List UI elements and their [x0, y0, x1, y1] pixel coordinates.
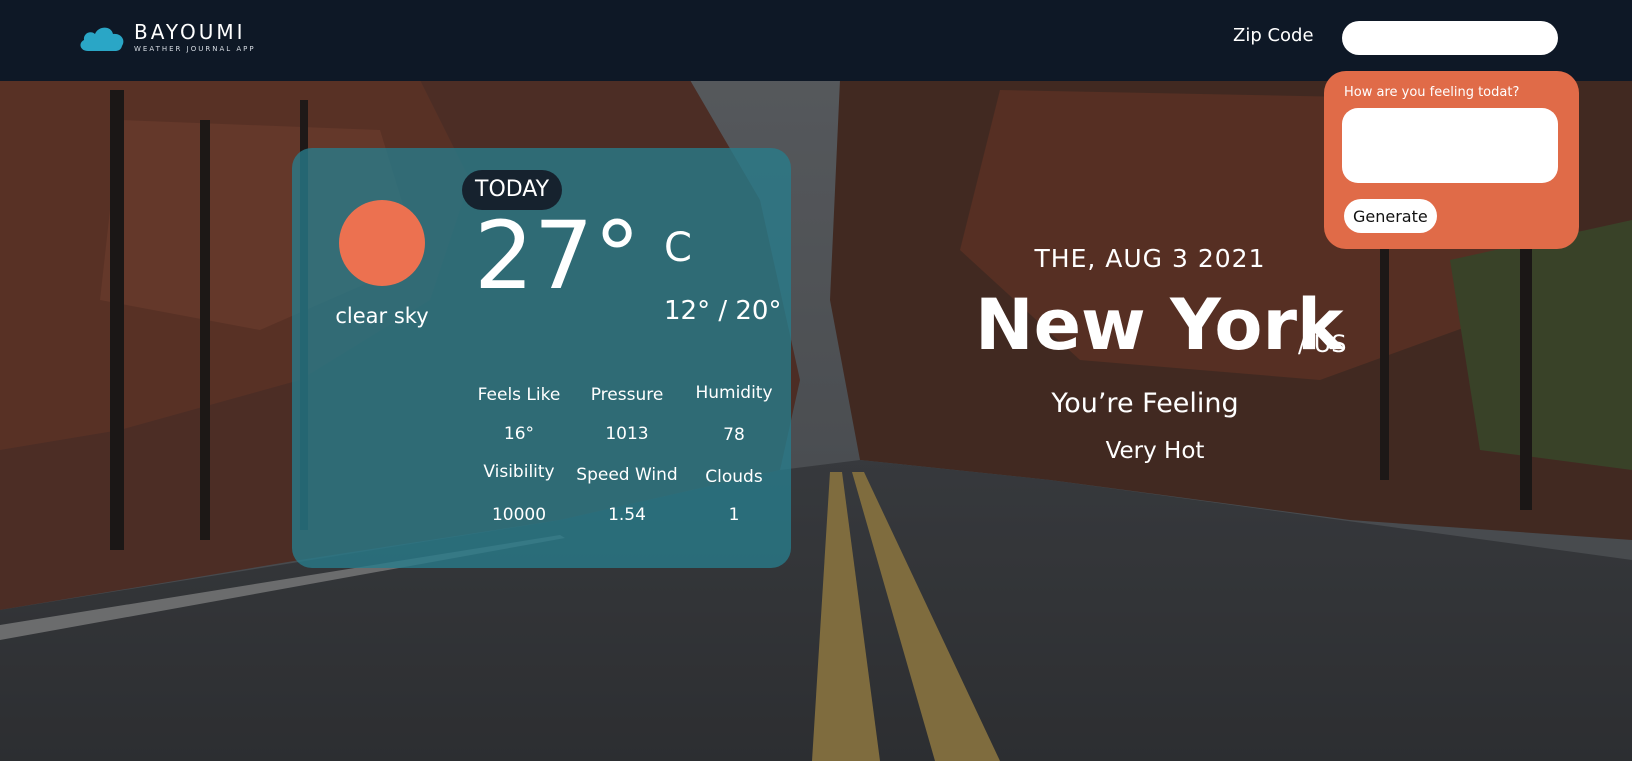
- stat-label-speed-wind: Speed Wind: [576, 465, 678, 485]
- current-date: THE, AUG 3 2021: [1034, 244, 1266, 273]
- feeling-heading: You’re Feeling: [1051, 388, 1239, 419]
- country-code: / US: [1298, 330, 1347, 358]
- sun-icon: [339, 200, 425, 286]
- generate-button[interactable]: Generate: [1344, 199, 1437, 233]
- zip-code-input[interactable]: [1342, 21, 1558, 55]
- brand-text: BAYOUMI WEATHER JOURNAL APP: [134, 22, 256, 53]
- zip-code-label: Zip Code: [1233, 25, 1314, 46]
- stat-label-feels-like: Feels Like: [477, 385, 561, 405]
- stat-label-clouds: Clouds: [705, 467, 763, 487]
- stat-label-visibility: Visibility: [483, 462, 555, 482]
- stat-value-speed-wind: 1.54: [608, 505, 646, 525]
- feelings-textarea[interactable]: [1342, 108, 1558, 183]
- temperature-range: 12° / 20°: [664, 296, 782, 326]
- feeling-value: Very Hot: [1105, 438, 1205, 464]
- feelings-panel: How are you feeling todat? Generate: [1324, 71, 1579, 249]
- stat-value-humidity: 78: [723, 425, 745, 445]
- temperature-unit: C: [664, 225, 692, 271]
- cloud-icon: [80, 27, 124, 51]
- brand-logo[interactable]: BAYOUMI WEATHER JOURNAL APP: [78, 22, 256, 53]
- brand-subtitle: WEATHER JOURNAL APP: [134, 45, 256, 53]
- stat-value-pressure: 1013: [605, 424, 649, 444]
- city-name: New York: [975, 284, 1344, 366]
- weather-card: clear sky TODAY 27° C 12° / 20° Feels Li…: [292, 148, 791, 568]
- feelings-label: How are you feeling todat?: [1344, 85, 1520, 100]
- stat-value-visibility: 10000: [491, 505, 547, 525]
- stat-label-pressure: Pressure: [590, 385, 664, 405]
- weather-description: clear sky: [335, 304, 429, 328]
- current-temperature: 27°: [474, 202, 641, 311]
- stat-value-clouds: 1: [728, 505, 740, 525]
- stat-value-feels-like: 16°: [503, 424, 535, 444]
- top-header: BAYOUMI WEATHER JOURNAL APP Zip Code: [0, 0, 1632, 81]
- stat-label-humidity: Humidity: [695, 383, 773, 403]
- brand-title: BAYOUMI: [134, 20, 246, 44]
